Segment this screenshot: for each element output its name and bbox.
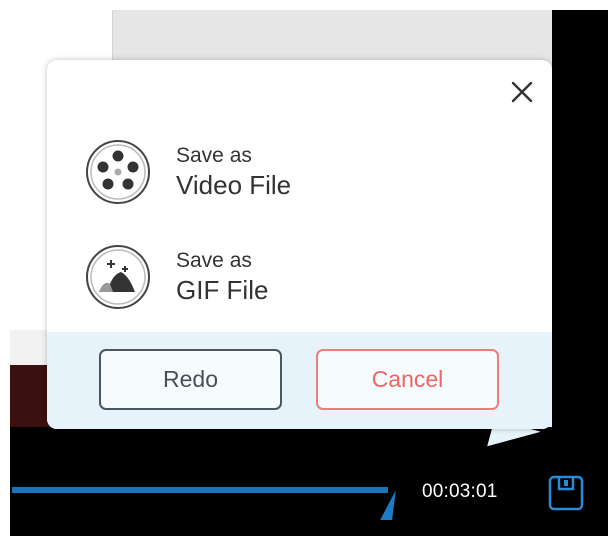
close-icon xyxy=(511,81,533,103)
film-reel-icon xyxy=(85,139,151,205)
close-button[interactable] xyxy=(508,78,536,106)
save-dialog: Save as Video File Save as GIF File Redo… xyxy=(47,60,552,429)
background-strip xyxy=(10,330,50,365)
option-video-line2: Video File xyxy=(176,170,292,200)
option-video-line1: Save as xyxy=(176,144,252,167)
save-icon xyxy=(548,475,584,511)
save-as-video-option[interactable]: Save as Video File xyxy=(85,136,505,208)
redo-button[interactable]: Redo xyxy=(99,349,282,410)
save-button[interactable] xyxy=(546,474,586,512)
save-as-gif-option[interactable]: Save as GIF File xyxy=(85,241,505,313)
option-gif-line1: Save as xyxy=(176,249,252,272)
dialog-footer: Redo Cancel xyxy=(47,332,552,429)
option-gif-line2: GIF File xyxy=(176,275,269,305)
gif-image-icon xyxy=(85,244,151,310)
cancel-button[interactable]: Cancel xyxy=(316,349,499,410)
timecode: 00:03:01 xyxy=(422,481,498,502)
progress-bar[interactable] xyxy=(12,487,388,493)
